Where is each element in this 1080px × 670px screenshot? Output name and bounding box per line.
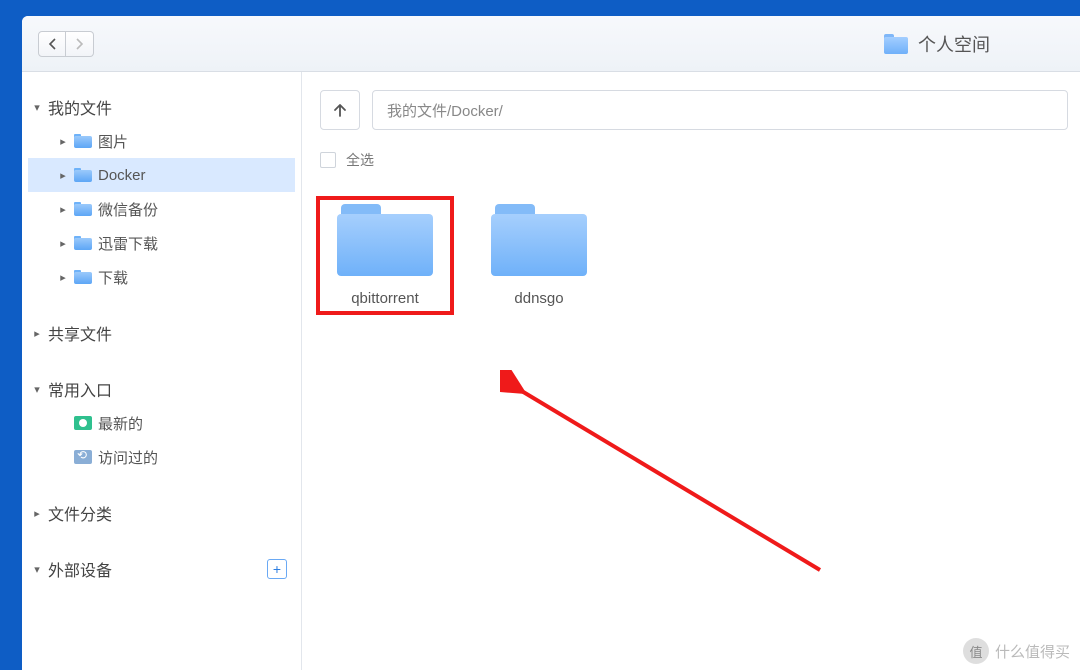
sidebar-item-label: 文件分类 <box>48 501 112 525</box>
path-text: 我的文件/Docker/ <box>387 100 503 121</box>
chevron-down-icon <box>32 101 42 114</box>
sidebar-item-wechat-backup[interactable]: 微信备份 <box>28 192 295 226</box>
add-device-button[interactable]: + <box>267 559 287 579</box>
file-grid: qbittorrent ddnsgo <box>302 180 1080 670</box>
file-label: ddnsgo <box>514 290 563 307</box>
chevron-right-icon <box>58 203 68 216</box>
select-all-label: 全选 <box>346 150 374 170</box>
sidebar-item-shortcuts[interactable]: 常用入口 <box>28 372 295 406</box>
chevron-right-icon <box>58 271 68 284</box>
folder-icon <box>491 204 587 276</box>
chevron-right-icon <box>58 169 68 182</box>
titlebar: 个人空间 <box>22 16 1080 72</box>
path-bar: 我的文件/Docker/ <box>302 72 1080 142</box>
sidebar-item-shared[interactable]: 共享文件 <box>28 316 295 350</box>
path-input[interactable]: 我的文件/Docker/ <box>372 90 1068 130</box>
sidebar-item-label: 我的文件 <box>48 95 112 119</box>
main-panel: 我的文件/Docker/ 全选 qbittorrent ddnsgo <box>302 72 1080 670</box>
folder-icon <box>74 236 92 250</box>
folder-qbittorrent[interactable]: qbittorrent <box>320 200 450 311</box>
window-title-text: 个人空间 <box>918 31 990 57</box>
sidebar-item-label: 最新的 <box>98 413 143 434</box>
sidebar-section-shortcuts: 常用入口 最新的 访问过的 <box>28 372 295 474</box>
sidebar-item-visited[interactable]: 访问过的 <box>28 440 295 474</box>
chevron-right-icon <box>32 507 42 520</box>
sidebar-item-label: 外部设备 <box>48 557 112 581</box>
chevron-right-icon <box>58 237 68 250</box>
chevron-down-icon <box>32 383 42 396</box>
sidebar-item-label: Docker <box>98 167 146 184</box>
up-button[interactable] <box>320 90 360 130</box>
sidebar-item-label: 微信备份 <box>98 199 158 220</box>
folder-icon <box>74 168 92 182</box>
folder-ddnsgo[interactable]: ddnsgo <box>474 200 604 311</box>
sidebar-section-external: 外部设备 + <box>28 552 295 586</box>
arrow-up-icon <box>332 102 348 118</box>
window-title: 个人空间 <box>884 31 990 57</box>
sidebar-item-recent[interactable]: 最新的 <box>28 406 295 440</box>
sidebar-item-xunlei-downloads[interactable]: 迅雷下载 <box>28 226 295 260</box>
chevron-left-icon <box>48 38 57 50</box>
forward-button[interactable] <box>66 31 94 57</box>
sidebar-item-external[interactable]: 外部设备 + <box>28 552 295 586</box>
sidebar: 我的文件 图片 Docker 微信备份 <box>22 72 302 670</box>
folder-icon <box>74 134 92 148</box>
chevron-down-icon <box>32 563 42 576</box>
sidebar-section-my-files: 我的文件 图片 Docker 微信备份 <box>28 90 295 294</box>
sidebar-item-label: 迅雷下载 <box>98 233 158 254</box>
select-all-checkbox[interactable] <box>320 152 336 168</box>
select-all-bar: 全选 <box>302 142 1080 180</box>
window-body: 我的文件 图片 Docker 微信备份 <box>22 72 1080 670</box>
sidebar-item-pictures[interactable]: 图片 <box>28 124 295 158</box>
folder-icon <box>337 204 433 276</box>
nav-buttons <box>38 31 94 57</box>
recent-icon <box>74 416 92 430</box>
sidebar-item-label: 共享文件 <box>48 321 112 345</box>
sidebar-section-shared: 共享文件 <box>28 316 295 350</box>
folder-icon <box>74 202 92 216</box>
chevron-right-icon <box>58 135 68 148</box>
sidebar-item-my-files[interactable]: 我的文件 <box>28 90 295 124</box>
sidebar-item-downloads[interactable]: 下载 <box>28 260 295 294</box>
history-icon <box>74 450 92 464</box>
folder-icon <box>74 270 92 284</box>
sidebar-item-label: 访问过的 <box>98 447 158 468</box>
sidebar-item-docker[interactable]: Docker <box>28 158 295 192</box>
file-label: qbittorrent <box>351 290 419 307</box>
folder-icon <box>884 34 908 54</box>
sidebar-item-categories[interactable]: 文件分类 <box>28 496 295 530</box>
chevron-right-icon <box>75 38 84 50</box>
chevron-right-icon <box>32 327 42 340</box>
file-manager-window: 个人空间 我的文件 图片 Docker <box>22 16 1080 670</box>
sidebar-item-label: 常用入口 <box>48 377 112 401</box>
sidebar-item-label: 下载 <box>98 267 128 288</box>
back-button[interactable] <box>38 31 66 57</box>
sidebar-section-categories: 文件分类 <box>28 496 295 530</box>
sidebar-item-label: 图片 <box>98 131 128 152</box>
